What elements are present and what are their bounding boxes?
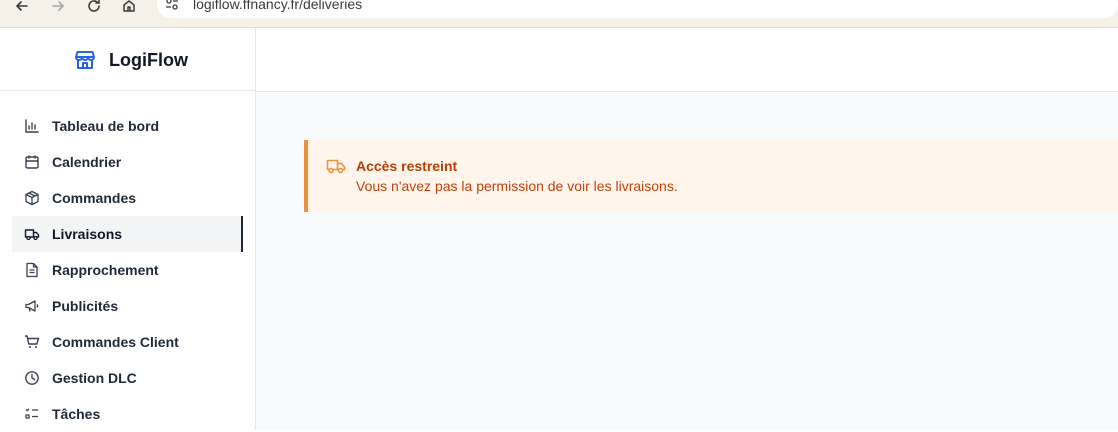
truck-icon xyxy=(326,159,346,174)
sidebar-item-commandes-client[interactable]: Commandes Client xyxy=(12,324,243,360)
access-restricted-alert: Accès restreint Vous n'avez pas la permi… xyxy=(304,140,1118,212)
sidebar-item-label: Gestion DLC xyxy=(52,370,137,386)
sidebar-item-publicites[interactable]: Publicités xyxy=(12,288,243,324)
site-settings-icon[interactable] xyxy=(165,0,179,11)
file-text-icon xyxy=(26,262,38,278)
url-text[interactable]: logiflow.ffnancy.fr/deliveries xyxy=(193,0,362,12)
sidebar-item-gestion-dlc[interactable]: Gestion DLC xyxy=(12,360,243,396)
main-content: Accès restreint Vous n'avez pas la permi… xyxy=(256,92,1118,430)
home-button[interactable] xyxy=(118,0,140,12)
sidebar-item-label: Commandes xyxy=(52,190,137,206)
reload-button[interactable] xyxy=(83,0,105,12)
forward-button[interactable] xyxy=(47,0,69,12)
sidebar-item-label: Commandes Client xyxy=(52,334,179,350)
arrow-right-icon xyxy=(52,1,65,11)
sidebar-item-rapprochement[interactable]: Rapprochement xyxy=(12,252,243,288)
sidebar-item-label: Livraisons xyxy=(52,226,123,242)
sidebar-item-taches[interactable]: Tâches xyxy=(12,396,243,432)
home-icon xyxy=(123,0,135,12)
sidebar-item-calendrier[interactable]: Calendrier xyxy=(12,144,243,180)
list-checks-icon xyxy=(25,408,38,419)
package-icon xyxy=(25,190,39,206)
top-header xyxy=(256,28,1118,92)
sidebar-item-label: Publicités xyxy=(52,298,119,314)
sidebar-item-label: Rapprochement xyxy=(52,262,159,278)
sidebar-item-livraisons[interactable]: Livraisons xyxy=(12,216,243,252)
brand-header: LogiFlow xyxy=(0,28,255,91)
calendar-icon xyxy=(25,155,39,169)
sidebar-item-tableau-de-bord[interactable]: Tableau de bord xyxy=(12,108,243,144)
alert-message: Vous n'avez pas la permission de voir le… xyxy=(356,178,678,194)
store-icon xyxy=(75,51,95,69)
sidebar-item-label: Tableau de bord xyxy=(52,118,160,134)
truck-icon xyxy=(24,229,40,241)
clock-icon xyxy=(25,371,39,385)
cart-icon xyxy=(25,335,40,348)
app-name[interactable]: LogiFlow xyxy=(109,49,188,71)
arrow-left-icon xyxy=(15,1,28,11)
sidebar-item-label: Calendrier xyxy=(52,154,122,170)
browser-toolbar: logiflow.ffnancy.fr/deliveries xyxy=(0,0,1118,28)
alert-title: Accès restreint xyxy=(356,158,458,174)
reload-icon xyxy=(88,0,100,12)
bar-chart-icon xyxy=(25,119,39,133)
back-button[interactable] xyxy=(11,0,33,12)
megaphone-icon xyxy=(25,300,39,312)
sidebar-item-commandes[interactable]: Commandes xyxy=(12,180,243,216)
sidebar: LogiFlow Tableau de bord Calendrier Comm… xyxy=(0,28,256,430)
sidebar-item-label: Tâches xyxy=(52,406,101,422)
